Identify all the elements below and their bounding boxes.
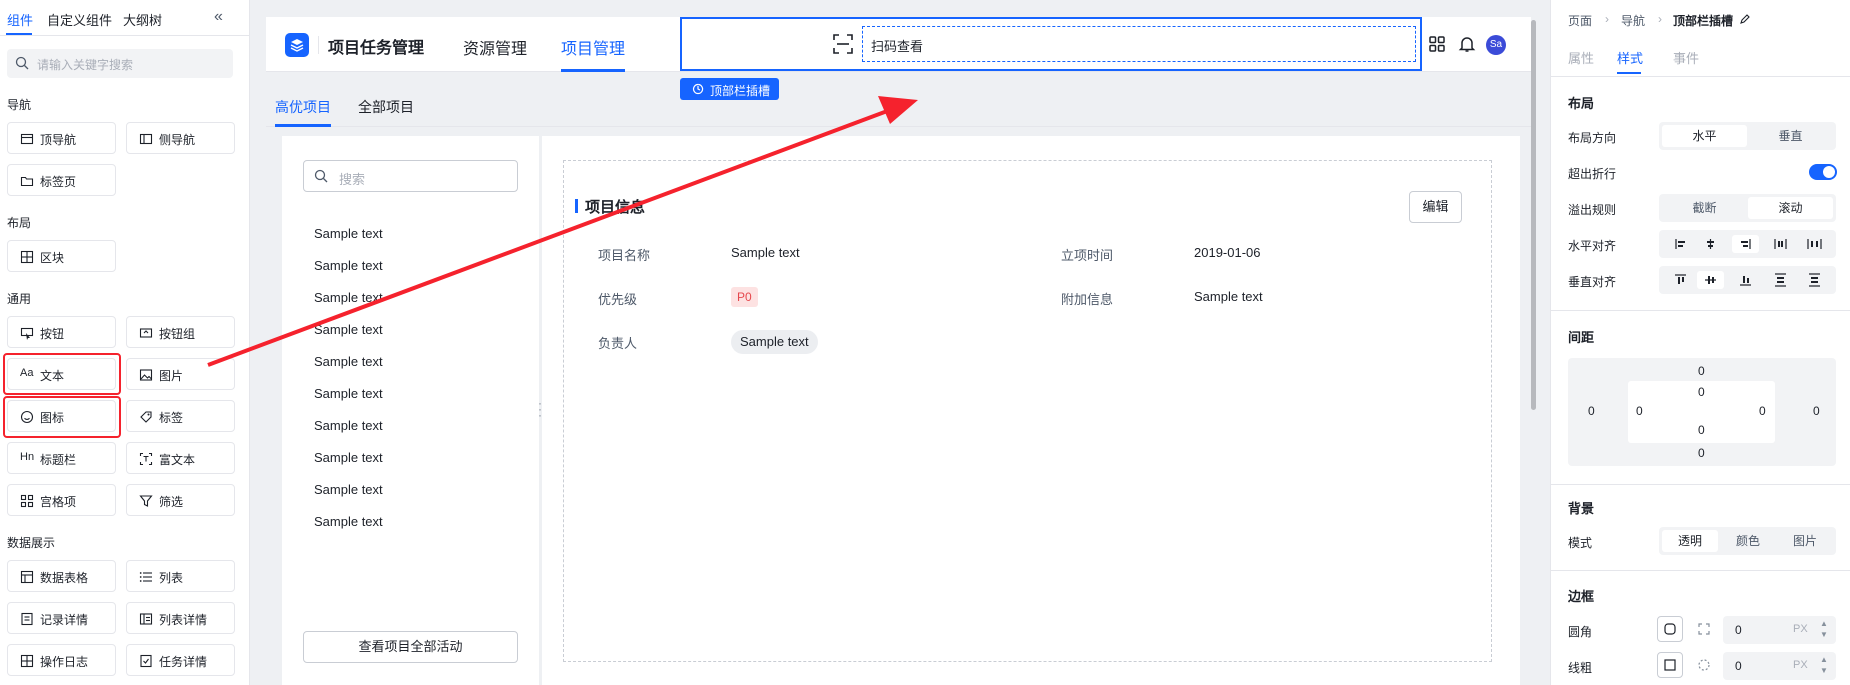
breadcrumb-separator: ›	[1658, 12, 1662, 26]
layout-section-title: 布局	[1568, 96, 1595, 111]
vertical-space-around-icon[interactable]	[1801, 271, 1828, 289]
margin-top-value[interactable]: 0	[1698, 364, 1705, 378]
border-uniform-button[interactable]	[1657, 652, 1683, 678]
padding-left-value[interactable]: 0	[1636, 404, 1643, 418]
corners-icon	[1698, 623, 1710, 635]
radius-uniform-button[interactable]	[1657, 616, 1683, 642]
overflow-label: 溢出规则	[1568, 203, 1617, 217]
tab-style[interactable]: 样式	[1617, 48, 1643, 67]
bg-color[interactable]: 颜色	[1720, 530, 1776, 552]
border-width-input[interactable]: 0 PX ▲ ▼	[1723, 652, 1836, 680]
background-mode-toggle: 透明 颜色 图片	[1659, 527, 1836, 555]
overflow-scroll[interactable]: 滚动	[1748, 197, 1833, 219]
direction-vertical[interactable]: 垂直	[1748, 125, 1833, 147]
square-icon	[1664, 659, 1676, 671]
divider	[1551, 484, 1850, 485]
align-left-icon[interactable]	[1667, 235, 1694, 253]
align-bottom-icon[interactable]	[1732, 271, 1759, 289]
space-between-icon[interactable]	[1767, 235, 1794, 253]
edit-pencil-icon[interactable]	[1739, 13, 1751, 25]
overflow-toggle: 截断 滚动	[1659, 194, 1836, 222]
align-top-icon[interactable]	[1667, 271, 1694, 289]
align-middle-icon[interactable]	[1697, 271, 1724, 289]
divider	[1551, 310, 1850, 311]
direction-horizontal[interactable]: 水平	[1662, 125, 1747, 147]
stepper-arrows[interactable]: ▲ ▼	[1820, 654, 1828, 676]
vertical-align-label: 垂直对齐	[1568, 275, 1617, 289]
breadcrumb-page[interactable]: 页面	[1568, 12, 1592, 29]
padding-right-value[interactable]: 0	[1759, 404, 1766, 418]
radius-input[interactable]: 0 PX ▲ ▼	[1723, 616, 1836, 644]
border-individual-button[interactable]	[1691, 652, 1717, 678]
padding-top-value[interactable]: 0	[1698, 385, 1705, 399]
tab-properties[interactable]: 属性	[1568, 48, 1594, 67]
margin-right-value[interactable]: 0	[1813, 404, 1820, 418]
padding-editor: 0 0 0 0	[1628, 381, 1775, 443]
spacing-editor: 0 0 0 0 0 0 0 0	[1568, 358, 1836, 466]
horizontal-align-label: 水平对齐	[1568, 239, 1617, 253]
bg-image[interactable]: 图片	[1777, 530, 1833, 552]
overflow-truncate[interactable]: 截断	[1662, 197, 1747, 219]
breadcrumb-nav[interactable]: 导航	[1621, 12, 1645, 29]
horizontal-align-group	[1659, 230, 1836, 258]
padding-bottom-value[interactable]: 0	[1698, 423, 1705, 437]
layout-direction-label: 布局方向	[1568, 131, 1617, 145]
background-section-title: 背景	[1568, 501, 1595, 516]
dashed-circle-icon	[1698, 659, 1710, 671]
align-right-icon[interactable]	[1732, 235, 1759, 253]
bg-transparent[interactable]: 透明	[1662, 530, 1718, 552]
radius-individual-button[interactable]	[1691, 616, 1717, 642]
spacing-section-title: 间距	[1568, 330, 1595, 345]
background-mode-label: 模式	[1568, 536, 1593, 550]
border-width-label: 线粗	[1568, 661, 1593, 675]
border-section-title: 边框	[1568, 589, 1595, 604]
switch-knob	[1823, 166, 1835, 178]
style-tab-indicator	[1617, 72, 1641, 74]
vertical-align-group	[1659, 266, 1836, 294]
tab-events[interactable]: 事件	[1673, 48, 1699, 67]
wrap-label: 超出折行	[1568, 167, 1617, 181]
align-center-icon[interactable]	[1697, 235, 1724, 253]
layout-direction-toggle: 水平 垂直	[1659, 122, 1836, 150]
breadcrumb-separator: ›	[1605, 12, 1609, 26]
margin-bottom-value[interactable]: 0	[1698, 446, 1705, 460]
breadcrumb-current: 顶部栏插槽	[1673, 14, 1734, 28]
divider	[1551, 76, 1850, 77]
divider	[1551, 570, 1850, 571]
wrap-switch[interactable]	[1809, 164, 1837, 180]
margin-left-value[interactable]: 0	[1588, 404, 1595, 418]
radius-label: 圆角	[1568, 625, 1593, 639]
stepper-arrows[interactable]: ▲ ▼	[1820, 618, 1828, 640]
rounded-square-icon	[1664, 623, 1676, 635]
properties-panel: 页面 › 导航 › 顶部栏插槽 属性 样式 事件 布局 布局方向 水平 垂直 超…	[1550, 0, 1850, 685]
space-around-icon[interactable]	[1801, 235, 1828, 253]
vertical-space-between-icon[interactable]	[1767, 271, 1794, 289]
